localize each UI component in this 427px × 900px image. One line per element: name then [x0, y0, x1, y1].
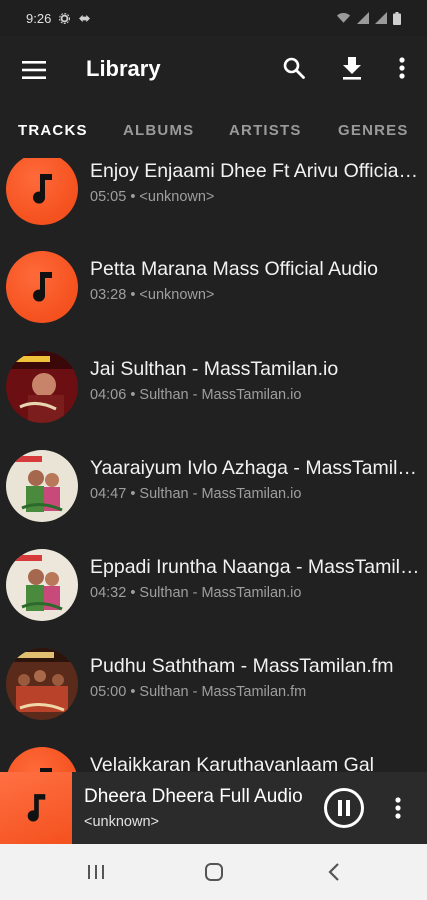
app-bar: Library [0, 36, 427, 102]
track-title: Petta Marana Mass Official Audio [90, 258, 378, 280]
track-row[interactable]: Jai Sulthan - MassTamilan.io 04:06 • Sul… [0, 346, 427, 444]
track-row[interactable]: Petta Marana Mass Official Audio 03:28 •… [0, 246, 427, 344]
track-title: Enjoy Enjaami Dhee Ft Arivu Official Vid… [90, 160, 420, 182]
signal-icon-2 [375, 12, 387, 24]
track-subtitle: 05:05 • <unknown> [90, 189, 215, 205]
now-playing-title: Dheera Dheera Full Audio [84, 786, 303, 807]
album-art [6, 351, 78, 423]
wifi-icon [336, 12, 351, 24]
pause-icon [338, 800, 350, 816]
hamburger-menu-icon [22, 61, 46, 79]
search-button[interactable] [280, 54, 308, 82]
track-title: Jai Sulthan - MassTamilan.io [90, 358, 339, 380]
status-bar: 9:26 [0, 0, 427, 36]
tab-tracks[interactable]: TRACKS [18, 122, 88, 139]
sync-icon [78, 13, 91, 24]
track-art [6, 251, 78, 323]
track-subtitle: 04:47 • Sulthan - MassTamilan.io [90, 486, 302, 502]
download-icon [343, 57, 361, 80]
track-subtitle: 04:32 • Sulthan - MassTamilan.io [90, 585, 302, 601]
album-art [6, 450, 78, 522]
track-row[interactable]: Velaikkaran Karuthavanlaam Gal [0, 742, 427, 772]
back-button[interactable] [322, 860, 346, 884]
battery-icon [393, 11, 401, 25]
album-art [6, 648, 78, 720]
system-nav-bar [0, 844, 427, 900]
music-note-icon [27, 794, 46, 822]
more-options-button[interactable] [388, 54, 416, 82]
status-time: 9:26 [26, 10, 52, 26]
track-title: Velaikkaran Karuthavanlaam Gal [90, 754, 374, 772]
track-row[interactable]: Eppadi Iruntha Naanga - MassTamilan.io 0… [0, 544, 427, 642]
player-more-button[interactable] [386, 794, 410, 822]
track-title: Yaaraiyum Ivlo Azhaga - MassTamilan.io [90, 457, 420, 479]
signal-icon-1 [357, 12, 369, 24]
track-art [6, 158, 78, 225]
download-button[interactable] [338, 54, 366, 82]
track-subtitle: 03:28 • <unknown> [90, 287, 215, 303]
home-button[interactable] [202, 860, 226, 884]
now-playing-subtitle: <unknown> [84, 814, 159, 830]
now-playing-art [0, 772, 72, 844]
track-row[interactable]: Enjoy Enjaami Dhee Ft Arivu Official Vid… [0, 158, 427, 246]
recent-apps-button[interactable] [84, 860, 108, 884]
pause-button[interactable] [324, 788, 364, 828]
track-list: Enjoy Enjaami Dhee Ft Arivu Official Vid… [0, 158, 427, 772]
page-title: Library [86, 56, 161, 81]
music-note-icon [33, 174, 52, 204]
home-icon [205, 863, 223, 881]
now-playing-bar[interactable]: Dheera Dheera Full Audio <unknown> [0, 772, 427, 844]
menu-button[interactable] [20, 56, 48, 84]
search-icon [283, 57, 305, 79]
tab-albums[interactable]: ALBUMS [123, 122, 194, 139]
back-icon [328, 863, 339, 881]
album-art [6, 549, 78, 621]
recent-apps-icon [88, 865, 104, 879]
track-art [6, 747, 78, 772]
track-row[interactable]: Yaaraiyum Ivlo Azhaga - MassTamilan.io 0… [0, 445, 427, 543]
track-title: Pudhu Saththam - MassTamilan.fm [90, 655, 394, 677]
track-subtitle: 05:00 • Sulthan - MassTamilan.fm [90, 684, 307, 700]
track-subtitle: 04:06 • Sulthan - MassTamilan.io [90, 387, 302, 403]
gear-icon [59, 12, 71, 24]
track-title: Eppadi Iruntha Naanga - MassTamilan.io [90, 556, 420, 578]
tab-genres[interactable]: GENRES [338, 122, 409, 139]
more-vert-icon [399, 57, 405, 79]
music-note-icon [33, 272, 52, 302]
more-vert-icon [395, 797, 401, 819]
tab-artists[interactable]: ARTISTS [229, 122, 302, 139]
track-row[interactable]: Pudhu Saththam - MassTamilan.fm 05:00 • … [0, 643, 427, 741]
library-tabs: TRACKS ALBUMS ARTISTS GENRES [0, 102, 427, 158]
